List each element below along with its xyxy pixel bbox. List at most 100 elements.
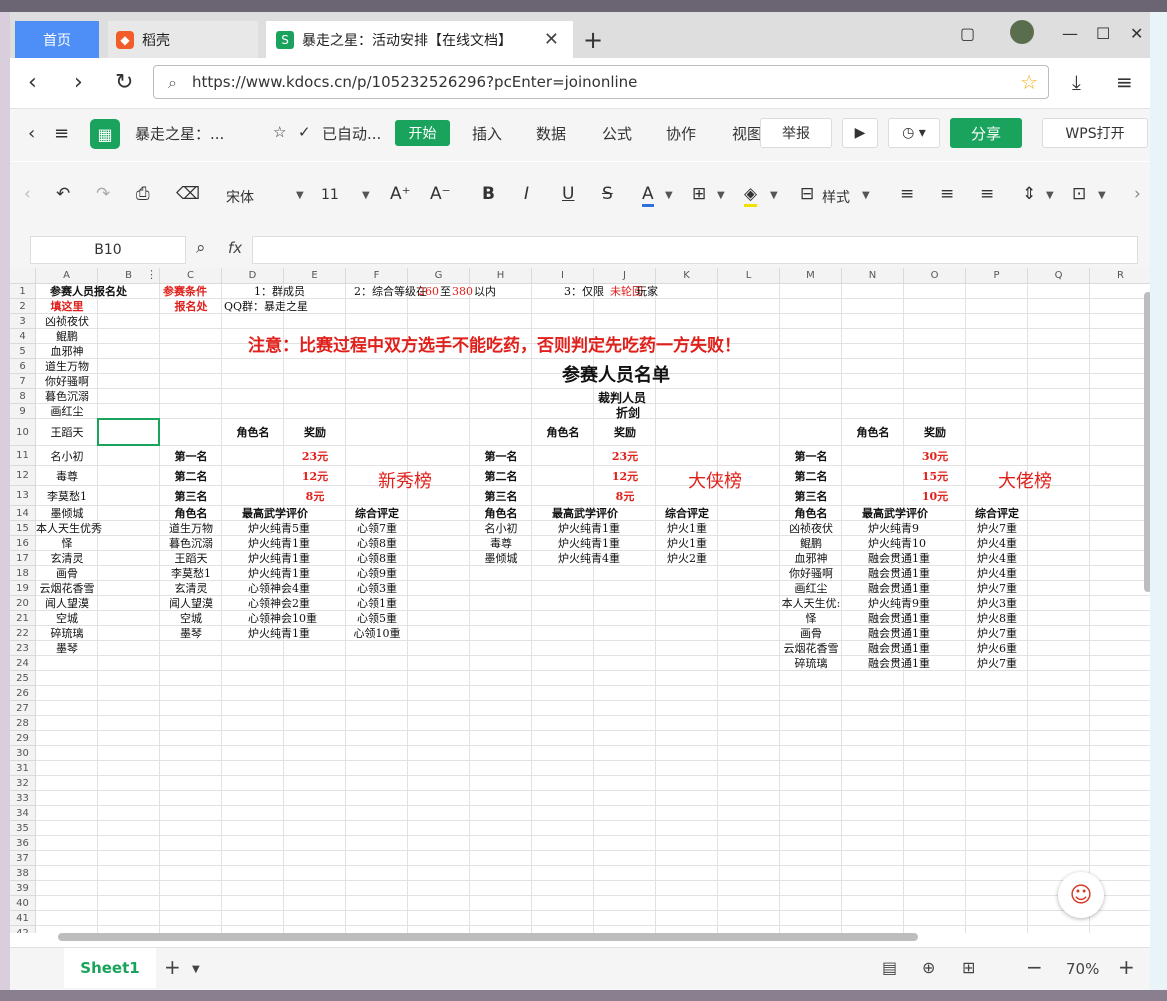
cell-f14[interactable]: 综合评定 (346, 507, 408, 520)
cell-notice[interactable]: 注意：比赛过程中双方选手不能吃药，否则判定先吃药一方失败！ (248, 336, 741, 357)
row-header-22[interactable]: 22 (10, 626, 36, 641)
cell-m23[interactable]: 云烟花香雪 (780, 642, 842, 655)
column-header-L[interactable]: L (718, 268, 780, 284)
cell-j11[interactable]: 23元 (594, 450, 656, 463)
column-header-Q[interactable]: Q (1028, 268, 1090, 284)
row-header-20[interactable]: 20 (10, 596, 36, 611)
horizontal-scrollbar[interactable] (58, 933, 918, 941)
url-input[interactable]: ⌕ https://www.kdocs.cn/p/105232526296?pc… (153, 65, 1049, 99)
zoom-in-icon[interactable]: + (1118, 955, 1135, 979)
cell-a22[interactable]: 碎琉璃 (36, 627, 98, 640)
formula-input[interactable] (252, 236, 1138, 264)
cell-m21[interactable]: 怿 (780, 612, 842, 625)
cell-p21[interactable]: 炉火8重 (966, 612, 1028, 625)
cell-a5[interactable]: 血邪神 (36, 345, 98, 358)
cell-i10[interactable]: 角色名 (532, 426, 594, 439)
vertical-align-icon[interactable]: ⇕ (1022, 184, 1036, 204)
row-header-41[interactable]: 41 (10, 911, 36, 926)
protect-icon[interactable]: ▤ (882, 958, 897, 977)
cell-i17[interactable]: 炉火纯青4重 (558, 552, 620, 565)
menu-formula[interactable]: 公式 (602, 123, 632, 144)
column-resize-handle-icon[interactable]: ⋮ (146, 268, 157, 281)
column-header-I[interactable]: I (532, 268, 594, 284)
row-header-35[interactable]: 35 (10, 821, 36, 836)
size-dropdown-icon[interactable]: ▼ (362, 190, 370, 201)
cell-a9[interactable]: 画红尘 (36, 405, 98, 418)
cell-m14[interactable]: 角色名 (780, 507, 842, 520)
row-header-28[interactable]: 28 (10, 716, 36, 731)
row-header-33[interactable]: 33 (10, 791, 36, 806)
cell-reference-input[interactable]: B10 (30, 236, 186, 264)
cell-n24[interactable]: 融会贯通1重 (868, 657, 930, 670)
cell-e11[interactable]: 23元 (284, 450, 346, 463)
row-header-1[interactable]: 1 (10, 284, 36, 299)
row-header-7[interactable]: 7 (10, 374, 36, 389)
cell-n10[interactable]: 角色名 (842, 426, 904, 439)
cell-n15[interactable]: 炉火纯青9 (868, 522, 919, 535)
cell-list_title[interactable]: 参赛人员名单 (562, 365, 670, 387)
cell-c21[interactable]: 空城 (160, 612, 222, 625)
cell-m15[interactable]: 凶祯夜伏 (780, 522, 842, 535)
cell-f16[interactable]: 心领8重 (346, 537, 408, 550)
row-header-18[interactable]: 18 (10, 566, 36, 581)
view-mode-icon[interactable]: ⊞ (962, 958, 975, 977)
cell-f19[interactable]: 心领3重 (346, 582, 408, 595)
cell-o13[interactable]: 10元 (904, 490, 966, 503)
cell-i15[interactable]: 炉火纯青1重 (558, 522, 620, 535)
cell-e12[interactable]: 12元 (284, 470, 346, 483)
avatar[interactable] (1010, 20, 1034, 44)
cell-d19[interactable]: 心领神会4重 (248, 582, 310, 595)
cell-p24[interactable]: 炉火7重 (966, 657, 1028, 670)
cell-k15[interactable]: 炉火1重 (656, 522, 718, 535)
cell-k16[interactable]: 炉火1重 (656, 537, 718, 550)
cell-k14[interactable]: 综合评定 (656, 507, 718, 520)
cell-a10[interactable]: 王蹈天 (36, 426, 98, 439)
cell-a17[interactable]: 玄清灵 (36, 552, 98, 565)
row-header-8[interactable]: 8 (10, 389, 36, 404)
cell-i1c[interactable]: 玩家 (636, 285, 658, 298)
cell-a20[interactable]: 闻人望漠 (36, 597, 98, 610)
align-center-icon[interactable]: ≡ (940, 184, 954, 204)
cell-m17[interactable]: 血邪神 (780, 552, 842, 565)
cell-h12[interactable]: 第二名 (470, 470, 532, 483)
font-color-icon[interactable]: A (642, 184, 654, 207)
cell-d14[interactable]: 最高武学评价 (242, 507, 308, 520)
cell-f1d[interactable]: 380 (452, 285, 473, 298)
cell-h14[interactable]: 角色名 (470, 507, 532, 520)
zoom-search-icon[interactable]: ⌕ (196, 238, 206, 258)
cell-n21[interactable]: 融会贯通1重 (868, 612, 930, 625)
cell-d2[interactable]: QQ群：暴走之星 (224, 300, 308, 313)
row-header-39[interactable]: 39 (10, 881, 36, 896)
assistant-mascot-icon[interactable]: ☺ (1058, 872, 1104, 918)
forward-icon[interactable]: › (74, 70, 83, 95)
column-header-F[interactable]: F (346, 268, 408, 284)
cell-n22[interactable]: 融会贯通1重 (868, 627, 930, 640)
menu-collab[interactable]: 协作 (666, 123, 696, 144)
cell-o10[interactable]: 奖励 (904, 426, 966, 439)
cell-m24[interactable]: 碎琉璃 (780, 657, 842, 670)
cell-m12[interactable]: 第二名 (780, 470, 842, 483)
web-icon[interactable]: ⊕ (922, 958, 935, 977)
align-right-icon[interactable]: ≡ (980, 184, 994, 204)
column-header-H[interactable]: H (470, 268, 532, 284)
back-icon[interactable]: ‹ (28, 70, 37, 95)
cell-c17[interactable]: 王蹈天 (160, 552, 222, 565)
cell-n14[interactable]: 最高武学评价 (862, 507, 928, 520)
cell-p22[interactable]: 炉火7重 (966, 627, 1028, 640)
cell-c19[interactable]: 玄清灵 (160, 582, 222, 595)
row-header-25[interactable]: 25 (10, 671, 36, 686)
row-header-14[interactable]: 14 (10, 506, 36, 521)
row-header-17[interactable]: 17 (10, 551, 36, 566)
doc-title[interactable]: 暴走之星：... (135, 123, 224, 144)
cell-n16[interactable]: 炉火纯青10 (868, 537, 926, 550)
selected-cell-b10[interactable] (97, 418, 160, 446)
cell-m11[interactable]: 第一名 (780, 450, 842, 463)
row-header-5[interactable]: 5 (10, 344, 36, 359)
row-header-37[interactable]: 37 (10, 851, 36, 866)
column-header-C[interactable]: C (160, 268, 222, 284)
row-header-26[interactable]: 26 (10, 686, 36, 701)
cell-d17[interactable]: 炉火纯青1重 (248, 552, 310, 565)
cell-d1[interactable]: 1：群成员 (254, 285, 305, 298)
cell-e10[interactable]: 奖励 (284, 426, 346, 439)
cell-d16[interactable]: 炉火纯青1重 (248, 537, 310, 550)
